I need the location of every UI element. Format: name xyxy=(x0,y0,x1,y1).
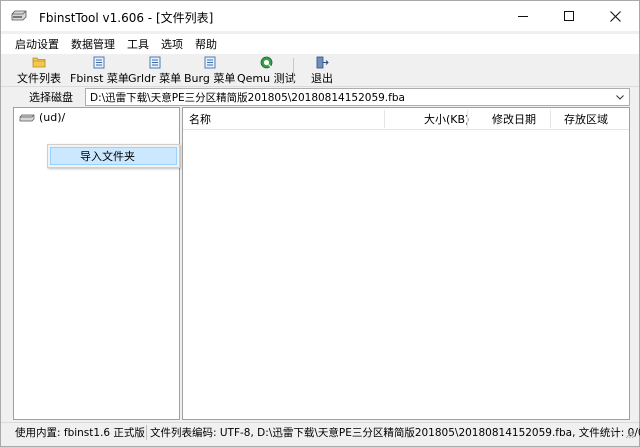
close-icon xyxy=(609,10,621,22)
menu-tools[interactable]: 工具 xyxy=(127,36,149,52)
title-bar[interactable]: FbinstTool v1.606 - [文件列表] xyxy=(1,1,639,31)
close-button[interactable] xyxy=(592,1,638,31)
disk-row: 选择磁盘 D:\迅雷下载\天意PE三分区精简版201805\2018081415… xyxy=(1,88,639,106)
import-folder-label: 导入文件夹 xyxy=(80,150,135,163)
disk-select-dropdown[interactable]: D:\迅雷下载\天意PE三分区精简版201805\20180814152059.… xyxy=(85,88,630,106)
menu-doc-icon xyxy=(149,56,160,68)
minimize-icon xyxy=(518,15,528,17)
drive-icon xyxy=(19,114,35,121)
exit-label: 退出 xyxy=(311,72,333,85)
burg-menu-button[interactable]: Burg 菜单 xyxy=(184,55,235,86)
file-list-button[interactable]: 文件列表 xyxy=(17,55,61,86)
menu-doc-icon xyxy=(93,56,105,68)
qemu-test-label: Qemu 测试 xyxy=(237,72,296,85)
menu-boot-settings[interactable]: 启动设置 xyxy=(15,36,59,52)
menu-bar: 启动设置 数据管理 工具 选项 帮助 xyxy=(1,34,639,54)
column-divider[interactable] xyxy=(467,110,468,128)
fbinst-menu-button[interactable]: Fbinst 菜单 xyxy=(70,55,129,86)
disk-select-label: 选择磁盘 xyxy=(29,91,73,104)
app-drive-icon xyxy=(11,10,27,21)
exit-button[interactable]: 退出 xyxy=(311,55,333,86)
grldr-menu-label: Grldr 菜单 xyxy=(128,72,182,85)
menu-options[interactable]: 选项 xyxy=(161,36,183,52)
status-version: 使用内置: fbinst1.6 正式版 xyxy=(15,427,145,439)
maximize-icon xyxy=(564,11,574,21)
chevron-down-icon xyxy=(616,95,624,100)
exit-door-icon xyxy=(316,56,329,68)
burg-menu-label: Burg 菜单 xyxy=(184,72,236,85)
file-list-header: 名称 大小(KB) 修改日期 存放区域 xyxy=(183,108,629,130)
resize-grip-icon[interactable] xyxy=(625,429,635,439)
qemu-icon xyxy=(260,56,273,68)
column-modified-date[interactable]: 修改日期 xyxy=(492,108,536,130)
context-menu: 导入文件夹 xyxy=(47,144,180,168)
qemu-test-button[interactable]: Qemu 测试 xyxy=(237,55,296,86)
status-bar: 使用内置: fbinst1.6 正式版 文件列表编码: UTF-8, D:\迅雷… xyxy=(1,422,640,441)
toolbar: 文件列表 Fbinst 菜单 Grldr 菜单 Burg 菜单 Qemu 测试 … xyxy=(1,54,639,87)
status-info: 文件列表编码: UTF-8, D:\迅雷下载\天意PE三分区精简版201805\… xyxy=(150,427,640,439)
toolbar-separator xyxy=(293,58,294,84)
minimize-button[interactable] xyxy=(500,1,546,31)
grldr-menu-button[interactable]: Grldr 菜单 xyxy=(128,55,181,86)
maximize-button[interactable] xyxy=(546,1,592,31)
tree-root-node[interactable]: (ud)/ xyxy=(19,111,65,124)
folder-icon xyxy=(32,57,46,68)
tree-root-label: (ud)/ xyxy=(39,111,66,124)
column-divider[interactable] xyxy=(550,110,551,128)
column-storage-area[interactable]: 存放区域 xyxy=(564,108,608,130)
import-folder-menu-item[interactable]: 导入文件夹 xyxy=(50,147,177,165)
disk-select-value: D:\迅雷下载\天意PE三分区精简版201805\20180814152059.… xyxy=(90,91,405,104)
app-window: FbinstTool v1.606 - [文件列表] 启动设置 数据管理 工具 … xyxy=(0,0,640,447)
window-title: FbinstTool v1.606 - [文件列表] xyxy=(39,11,214,25)
menu-doc-icon xyxy=(204,56,216,68)
fbinst-menu-label: Fbinst 菜单 xyxy=(70,72,129,85)
column-name[interactable]: 名称 xyxy=(189,108,211,130)
file-list-label: 文件列表 xyxy=(17,72,61,85)
menu-help[interactable]: 帮助 xyxy=(195,36,217,52)
menu-data-management[interactable]: 数据管理 xyxy=(71,36,115,52)
status-divider xyxy=(146,425,147,440)
file-list[interactable]: 名称 大小(KB) 修改日期 存放区域 xyxy=(182,107,630,420)
column-size[interactable]: 大小(KB) xyxy=(424,108,469,130)
column-divider[interactable] xyxy=(384,110,385,128)
